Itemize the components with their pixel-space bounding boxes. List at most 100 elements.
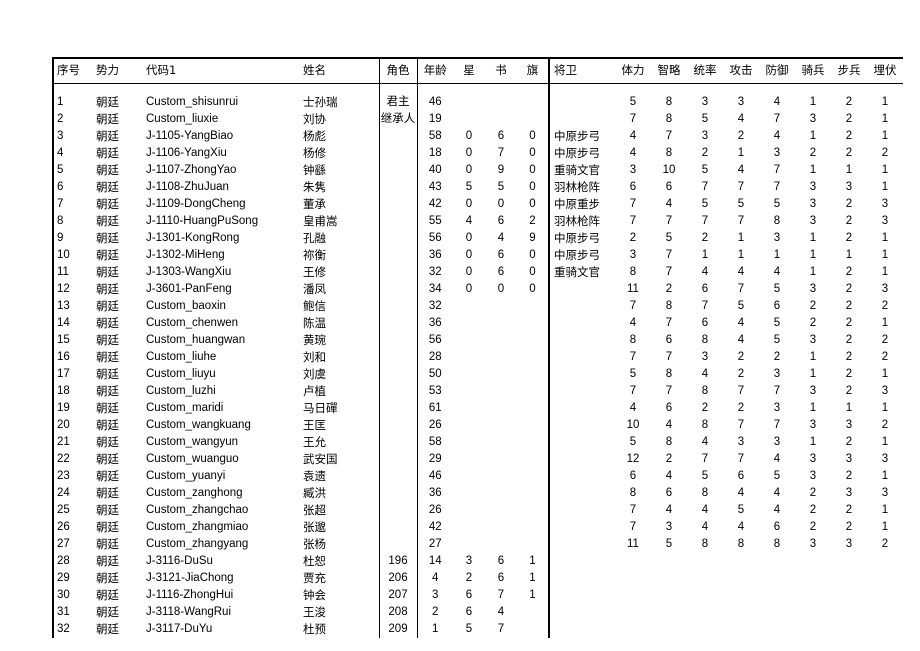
cell-cav[interactable]: 1 — [795, 264, 831, 281]
cell-def[interactable]: 4 — [759, 502, 795, 519]
cell-name[interactable]: 王匡 — [299, 417, 379, 434]
cell-flag[interactable]: 1 — [517, 587, 549, 604]
cell-name[interactable]: 王允 — [299, 434, 379, 451]
cell-inf[interactable]: 2 — [831, 519, 867, 536]
cell-flag[interactable] — [517, 298, 549, 315]
cell-cmd[interactable]: 7 — [687, 213, 723, 230]
cell-inf[interactable]: 2 — [831, 315, 867, 332]
cell-inf[interactable]: 3 — [831, 417, 867, 434]
cell-inf[interactable]: 3 — [831, 485, 867, 502]
cell-role[interactable] — [378, 383, 417, 400]
cell-age[interactable]: 58 — [416, 434, 453, 451]
cell-int[interactable] — [651, 587, 687, 604]
cell-role[interactable] — [378, 451, 417, 468]
cell-role[interactable]: 继承人 — [378, 111, 417, 128]
cell-atk[interactable]: 4 — [723, 332, 759, 349]
cell-hp[interactable]: 3 — [615, 247, 651, 264]
cell-cav[interactable]: 2 — [795, 298, 831, 315]
cell-star[interactable] — [453, 298, 485, 315]
cell-idx[interactable]: 31 — [52, 604, 93, 621]
cell-cav[interactable]: 1 — [795, 162, 831, 179]
cell-hp[interactable]: 8 — [615, 264, 651, 281]
cell-faction[interactable]: 朝廷 — [93, 315, 141, 332]
cell-def[interactable] — [759, 570, 795, 587]
cell-faction[interactable]: 朝廷 — [93, 332, 141, 349]
cell-def[interactable]: 7 — [759, 111, 795, 128]
cell-amb[interactable]: 2 — [867, 536, 903, 553]
cell-atk[interactable]: 7 — [723, 213, 759, 230]
cell-cmd[interactable] — [687, 553, 723, 570]
cell-inf[interactable]: 2 — [831, 332, 867, 349]
cell-idx[interactable]: 5 — [52, 162, 93, 179]
cell-name[interactable]: 刘虞 — [299, 366, 379, 383]
cell-cmd[interactable]: 7 — [687, 179, 723, 196]
cell-code[interactable]: Custom_zanghong — [141, 485, 299, 502]
cell-atk[interactable]: 1 — [723, 145, 759, 162]
cell-star[interactable]: 0 — [453, 281, 485, 298]
cell-name[interactable]: 武安国 — [299, 451, 379, 468]
cell-code[interactable]: J-1110-HuangPuSong — [141, 213, 299, 230]
cell-cmd[interactable]: 2 — [687, 145, 723, 162]
cell-cav[interactable]: 3 — [795, 383, 831, 400]
cell-int[interactable]: 7 — [651, 349, 687, 366]
cell-int[interactable]: 8 — [651, 366, 687, 383]
cell-inf[interactable]: 2 — [831, 94, 867, 111]
cell-amb[interactable]: 2 — [867, 145, 903, 162]
cell-idx[interactable]: 22 — [52, 451, 93, 468]
cell-cav[interactable]: 1 — [795, 366, 831, 383]
cell-hp[interactable]: 6 — [615, 468, 651, 485]
cell-name[interactable]: 朱隽 — [299, 179, 379, 196]
cell-age[interactable]: 50 — [416, 366, 453, 383]
cell-amb[interactable]: 1 — [867, 366, 903, 383]
cell-cav[interactable]: 1 — [795, 230, 831, 247]
cell-book[interactable] — [485, 366, 517, 383]
cell-name[interactable]: 张杨 — [299, 536, 379, 553]
cell-def[interactable]: 4 — [759, 485, 795, 502]
cell-role[interactable] — [378, 128, 417, 145]
cell-unit[interactable] — [548, 383, 615, 400]
cell-star[interactable]: 0 — [453, 196, 485, 213]
table-row[interactable]: 11 朝廷 J-1303-WangXiu 王修 32 0 6 0 重骑文官 8 7 4 4 4 1 2 1 — [52, 264, 903, 281]
cell-idx[interactable]: 3 — [52, 128, 93, 145]
cell-unit[interactable]: 重骑文官 — [548, 162, 615, 179]
cell-atk[interactable]: 7 — [723, 451, 759, 468]
cell-int[interactable]: 3 — [651, 519, 687, 536]
cell-amb[interactable]: 3 — [867, 485, 903, 502]
cell-code[interactable]: J-1116-ZhongHui — [141, 587, 299, 604]
cell-inf[interactable]: 2 — [831, 213, 867, 230]
cell-age[interactable]: 18 — [416, 145, 453, 162]
column-header-book[interactable]: 书 — [485, 57, 517, 84]
cell-star[interactable] — [453, 434, 485, 451]
cell-faction[interactable]: 朝廷 — [93, 162, 141, 179]
cell-cav[interactable]: 2 — [795, 315, 831, 332]
cell-atk[interactable] — [723, 570, 759, 587]
cell-cmd[interactable]: 8 — [687, 417, 723, 434]
cell-unit[interactable] — [548, 587, 615, 604]
cell-faction[interactable]: 朝廷 — [93, 519, 141, 536]
cell-cmd[interactable] — [687, 604, 723, 621]
cell-atk[interactable] — [723, 553, 759, 570]
cell-cmd[interactable]: 5 — [687, 196, 723, 213]
cell-idx[interactable]: 10 — [52, 247, 93, 264]
cell-code[interactable]: J-1105-YangBiao — [141, 128, 299, 145]
cell-inf[interactable] — [831, 553, 867, 570]
table-row[interactable]: 9 朝廷 J-1301-KongRong 孔融 56 0 4 9 中原步弓 2 5 2 1 3 1 2 1 — [52, 230, 903, 247]
cell-star[interactable] — [453, 111, 485, 128]
cell-flag[interactable] — [517, 417, 549, 434]
table-row[interactable]: 2 朝廷 Custom_liuxie 刘协 继承人 19 7 8 5 4 7 3 2 1 — [52, 111, 903, 128]
cell-def[interactable]: 1 — [759, 247, 795, 264]
cell-code[interactable]: Custom_wangyun — [141, 434, 299, 451]
cell-def[interactable]: 4 — [759, 128, 795, 145]
cell-def[interactable] — [759, 621, 795, 638]
cell-inf[interactable]: 2 — [831, 434, 867, 451]
cell-int[interactable]: 8 — [651, 434, 687, 451]
cell-cav[interactable]: 3 — [795, 332, 831, 349]
cell-book[interactable]: 9 — [485, 162, 517, 179]
cell-name[interactable]: 祢衡 — [299, 247, 379, 264]
cell-star[interactable] — [453, 536, 485, 553]
cell-role[interactable] — [378, 400, 417, 417]
cell-amb[interactable]: 3 — [867, 383, 903, 400]
cell-hp[interactable]: 11 — [615, 281, 651, 298]
cell-flag[interactable] — [517, 94, 549, 111]
cell-role[interactable] — [378, 468, 417, 485]
